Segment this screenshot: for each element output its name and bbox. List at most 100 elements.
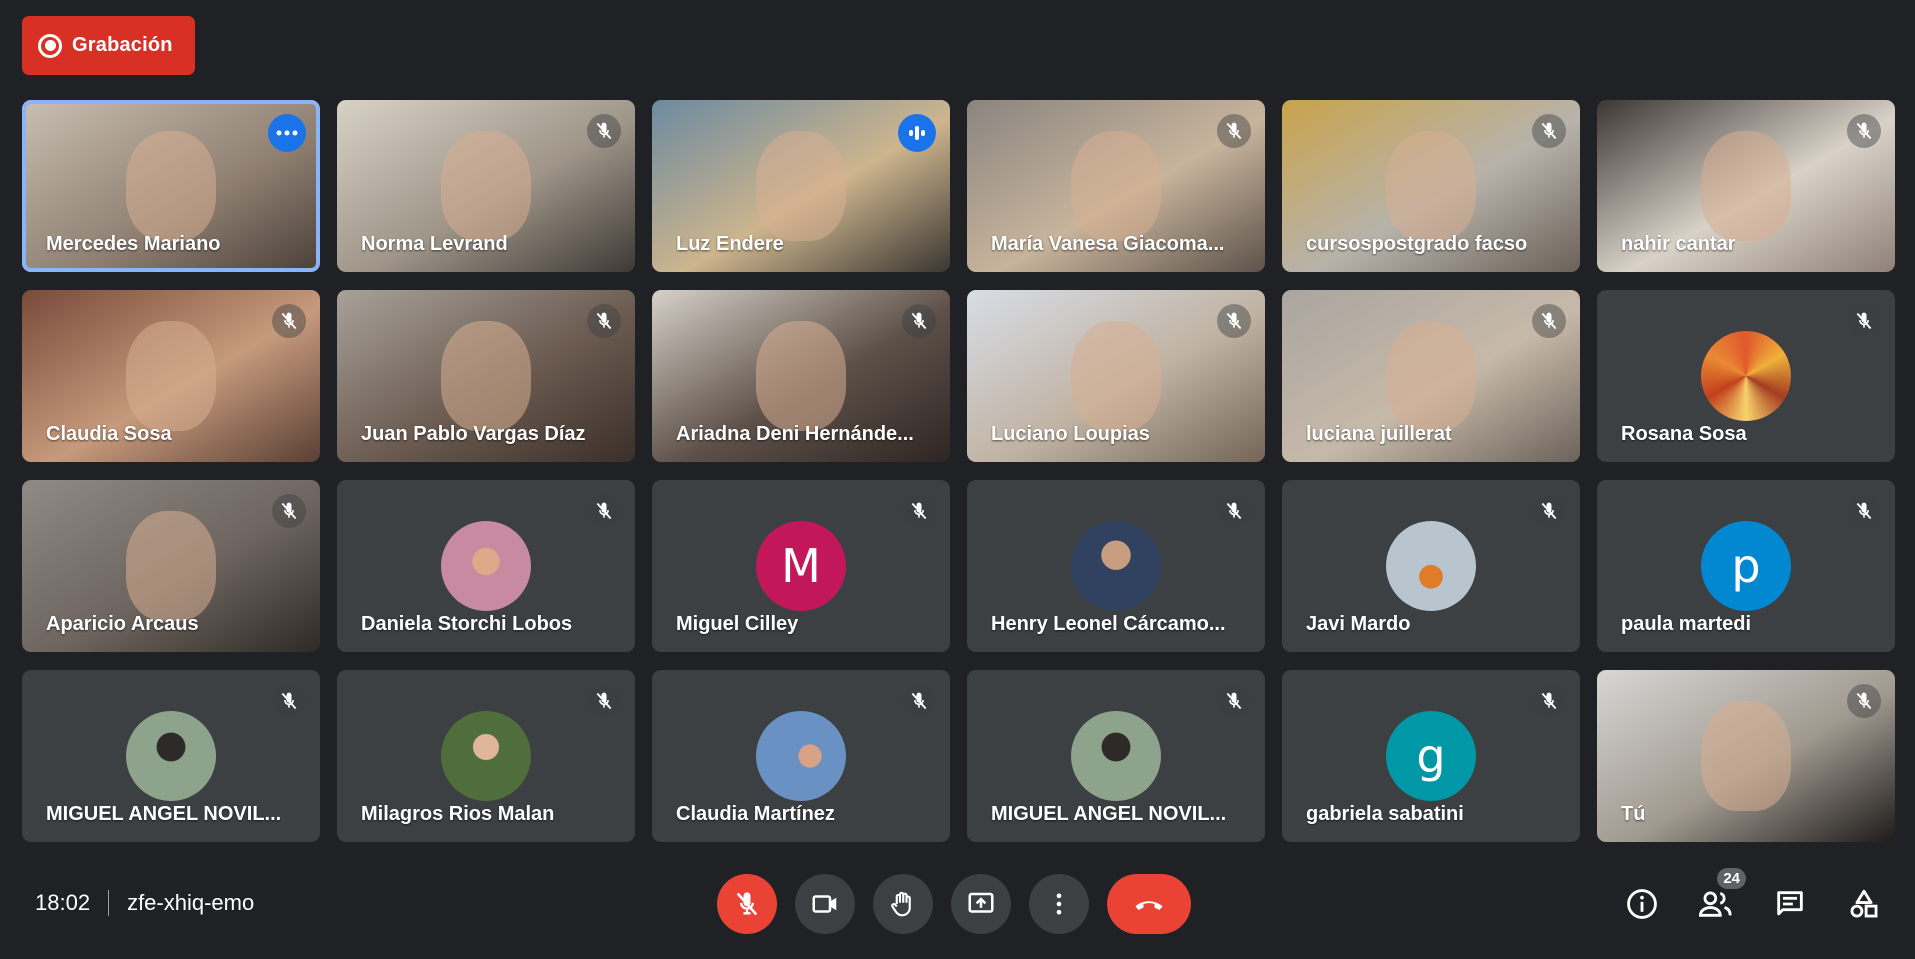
mic-off-icon (1226, 312, 1242, 330)
mic-off-icon (596, 312, 612, 330)
participant-name: Norma Levrand (361, 233, 508, 255)
avatar (441, 521, 531, 611)
participant-name: Ariadna Deni Hernánde... (676, 423, 914, 445)
participant-tile[interactable]: Milagros Rios Malan (337, 670, 635, 842)
mic-off-icon (1541, 692, 1557, 710)
participant-tile[interactable]: MIGUEL ANGEL NOVIL... (22, 670, 320, 842)
people-button[interactable]: 24 (1694, 868, 1746, 924)
present-screen-button[interactable] (951, 874, 1011, 934)
participant-name: Luciano Loupias (991, 423, 1150, 445)
side-panel-buttons: 24 (1620, 868, 1886, 924)
participant-tile[interactable]: luciana juillerat (1282, 290, 1580, 462)
recording-badge[interactable]: Grabación (22, 16, 195, 75)
muted-indicator (272, 494, 306, 528)
video-feed (126, 510, 216, 621)
participant-tile[interactable]: Luciano Loupias (967, 290, 1265, 462)
participant-tile[interactable]: M Miguel Cilley (652, 480, 950, 652)
participant-tile[interactable]: Tú (1597, 670, 1895, 842)
video-feed (1386, 320, 1476, 431)
muted-indicator (1847, 114, 1881, 148)
avatar: p (1701, 521, 1791, 611)
muted-indicator (1847, 684, 1881, 718)
participant-tile[interactable]: Norma Levrand (337, 100, 635, 272)
avatar: M (756, 521, 846, 611)
participant-tile[interactable]: Claudia Martínez (652, 670, 950, 842)
mic-off-icon (911, 502, 927, 520)
video-feed (756, 130, 846, 241)
participant-tile[interactable]: nahir cantar (1597, 100, 1895, 272)
participant-name: paula martedi (1621, 613, 1752, 635)
avatar (1071, 521, 1161, 611)
mic-off-icon (1226, 502, 1242, 520)
avatar (1386, 521, 1476, 611)
participant-name: MIGUEL ANGEL NOVIL... (991, 803, 1227, 825)
muted-indicator (902, 494, 936, 528)
leave-call-button[interactable] (1107, 874, 1191, 934)
camera-toggle-button[interactable] (795, 874, 855, 934)
participant-tile[interactable]: Aparicio Arcaus (22, 480, 320, 652)
participant-tile[interactable]: p paula martedi (1597, 480, 1895, 652)
microphone-toggle-button[interactable] (717, 874, 777, 934)
muted-indicator (1532, 304, 1566, 338)
muted-indicator (587, 684, 621, 718)
muted-indicator (1532, 684, 1566, 718)
participant-tile[interactable]: Henry Leonel Cárcamo... (967, 480, 1265, 652)
participant-name: Luz Endere (676, 233, 784, 255)
mic-off-icon (596, 692, 612, 710)
participant-name: Javi Mardo (1306, 613, 1411, 635)
mic-off-icon (281, 312, 297, 330)
muted-indicator (1847, 494, 1881, 528)
mic-off-icon (1226, 692, 1242, 710)
participant-grid: Mercedes Mariano Norma Levrand Luz Endere M… (22, 100, 1895, 842)
recording-label: Grabación (72, 34, 173, 56)
participant-tile[interactable]: Mercedes Mariano (22, 100, 320, 272)
participant-name: Juan Pablo Vargas Díaz (361, 423, 586, 445)
meeting-details: 18:02 zfe-xhiq-emo (35, 890, 254, 916)
participant-tile[interactable]: Luz Endere (652, 100, 950, 272)
mic-off-icon (596, 502, 612, 520)
activities-button[interactable] (1842, 884, 1886, 924)
participant-tile[interactable]: María Vanesa Giacoma... (967, 100, 1265, 272)
activities-icon (1850, 889, 1878, 918)
hand-icon (891, 891, 911, 917)
participant-tile[interactable]: MIGUEL ANGEL NOVIL... (967, 670, 1265, 842)
participant-tile[interactable]: Ariadna Deni Hernánde... (652, 290, 950, 462)
avatar: g (1386, 711, 1476, 801)
chat-button[interactable] (1768, 884, 1812, 924)
video-feed (1071, 130, 1161, 241)
clock-time: 18:02 (35, 890, 91, 915)
muted-indicator (587, 304, 621, 338)
participant-tile[interactable]: Javi Mardo (1282, 480, 1580, 652)
participant-name: MIGUEL ANGEL NOVIL... (46, 803, 282, 825)
more-vertical-icon (1056, 893, 1062, 915)
mic-off-icon (1856, 502, 1872, 520)
participant-name: cursospostgrado facso (1306, 233, 1528, 255)
mic-off-icon (1856, 692, 1872, 710)
participant-tile[interactable]: Daniela Storchi Lobos (337, 480, 635, 652)
video-feed (126, 320, 216, 431)
muted-indicator (587, 114, 621, 148)
mic-off-icon (281, 502, 297, 520)
participant-tile[interactable]: cursospostgrado facso (1282, 100, 1580, 272)
participant-tile[interactable]: g gabriela sabatini (1282, 670, 1580, 842)
muted-indicator (1217, 304, 1251, 338)
chat-icon (1777, 891, 1803, 916)
info-icon (1627, 889, 1657, 919)
muted-indicator (902, 304, 936, 338)
more-options-button[interactable] (1029, 874, 1089, 934)
video-feed (1071, 320, 1161, 431)
raise-hand-button[interactable] (873, 874, 933, 934)
participant-tile[interactable]: Juan Pablo Vargas Díaz (337, 290, 635, 462)
mic-off-icon (911, 312, 927, 330)
participant-tile[interactable]: Rosana Sosa (1597, 290, 1895, 462)
participant-options-button[interactable] (268, 114, 306, 152)
meeting-details-button[interactable] (1620, 884, 1664, 924)
avatar (1071, 711, 1161, 801)
mic-off-icon (281, 692, 297, 710)
participant-name: Aparicio Arcaus (46, 613, 199, 635)
participant-name: gabriela sabatini (1306, 803, 1464, 825)
participant-tile[interactable]: Claudia Sosa (22, 290, 320, 462)
participant-name: Mercedes Mariano (46, 233, 221, 255)
mic-off-icon (736, 892, 758, 916)
participant-name: Milagros Rios Malan (361, 803, 555, 825)
